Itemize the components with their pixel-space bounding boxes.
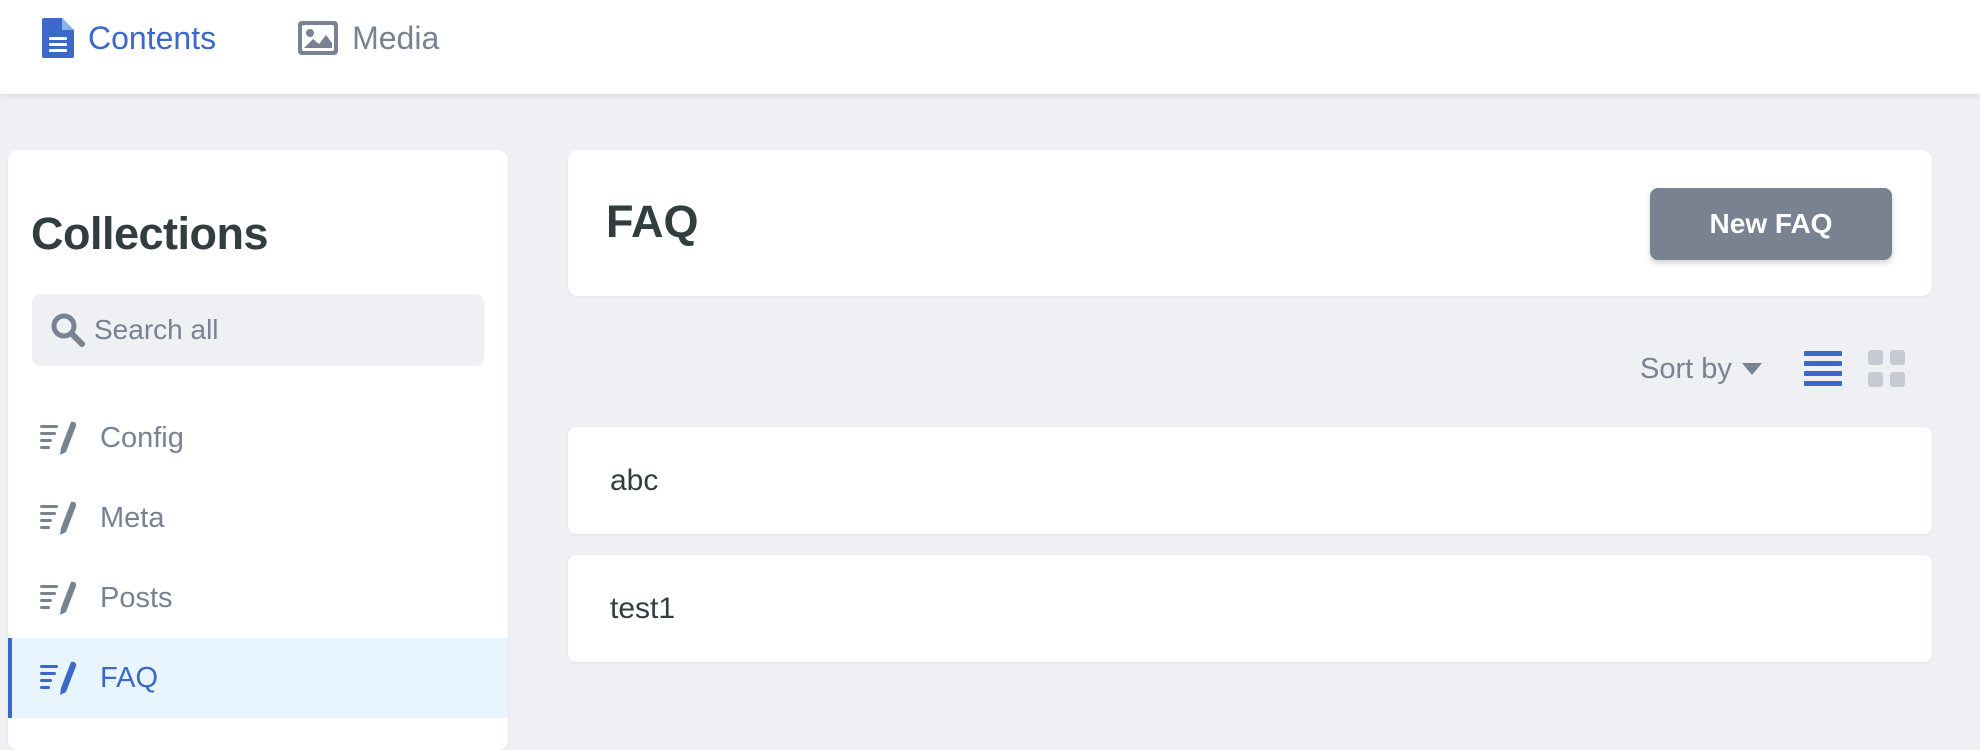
sort-by-dropdown[interactable]: Sort by <box>1640 353 1762 386</box>
sidebar-item-label: Meta <box>100 501 165 534</box>
nav-tab-label: Media <box>352 19 440 56</box>
write-icon <box>40 581 78 615</box>
file-text-icon <box>42 18 74 58</box>
entry-title: abc <box>610 463 659 497</box>
sidebar-item-faq[interactable]: FAQ <box>8 638 508 718</box>
nav-tab-label: Contents <box>88 19 217 56</box>
sidebar-item-label: FAQ <box>100 661 159 694</box>
caret-down-icon <box>1741 363 1762 375</box>
write-icon <box>40 661 78 695</box>
top-navigation-bar: Contents Media <box>0 0 1980 94</box>
entry-title: test1 <box>610 591 676 625</box>
entry-card[interactable]: abc <box>568 427 1932 534</box>
image-icon <box>298 21 339 55</box>
write-icon <box>40 421 78 455</box>
new-entry-button[interactable]: New FAQ <box>1650 188 1892 260</box>
view-toolbar: Sort by <box>1640 346 1906 392</box>
sidebar-item-posts[interactable]: Posts <box>8 558 508 638</box>
sort-by-label: Sort by <box>1640 352 1732 385</box>
search-input[interactable] <box>94 314 454 346</box>
grid-view-icon[interactable] <box>1867 350 1906 388</box>
search-box[interactable] <box>32 294 484 366</box>
nav-tab-contents[interactable]: Contents <box>42 0 216 76</box>
sidebar-item-label: Posts <box>100 581 173 614</box>
write-icon <box>40 501 78 535</box>
sidebar-item-meta[interactable]: Meta <box>8 478 508 558</box>
sidebar-item-label: Config <box>100 421 184 454</box>
collection-list: Config Meta Posts FAQ <box>8 398 508 718</box>
sidebar-title: Collections <box>31 208 269 259</box>
collection-header: FAQ New FAQ <box>568 150 1932 296</box>
search-icon <box>50 312 86 348</box>
page-title: FAQ <box>606 196 699 247</box>
sidebar-item-config[interactable]: Config <box>8 398 508 478</box>
nav-tab-media[interactable]: Media <box>298 0 439 76</box>
entry-card[interactable]: test1 <box>568 555 1932 662</box>
collections-sidebar: Collections Config <box>8 150 508 750</box>
list-view-icon[interactable] <box>1803 351 1842 387</box>
